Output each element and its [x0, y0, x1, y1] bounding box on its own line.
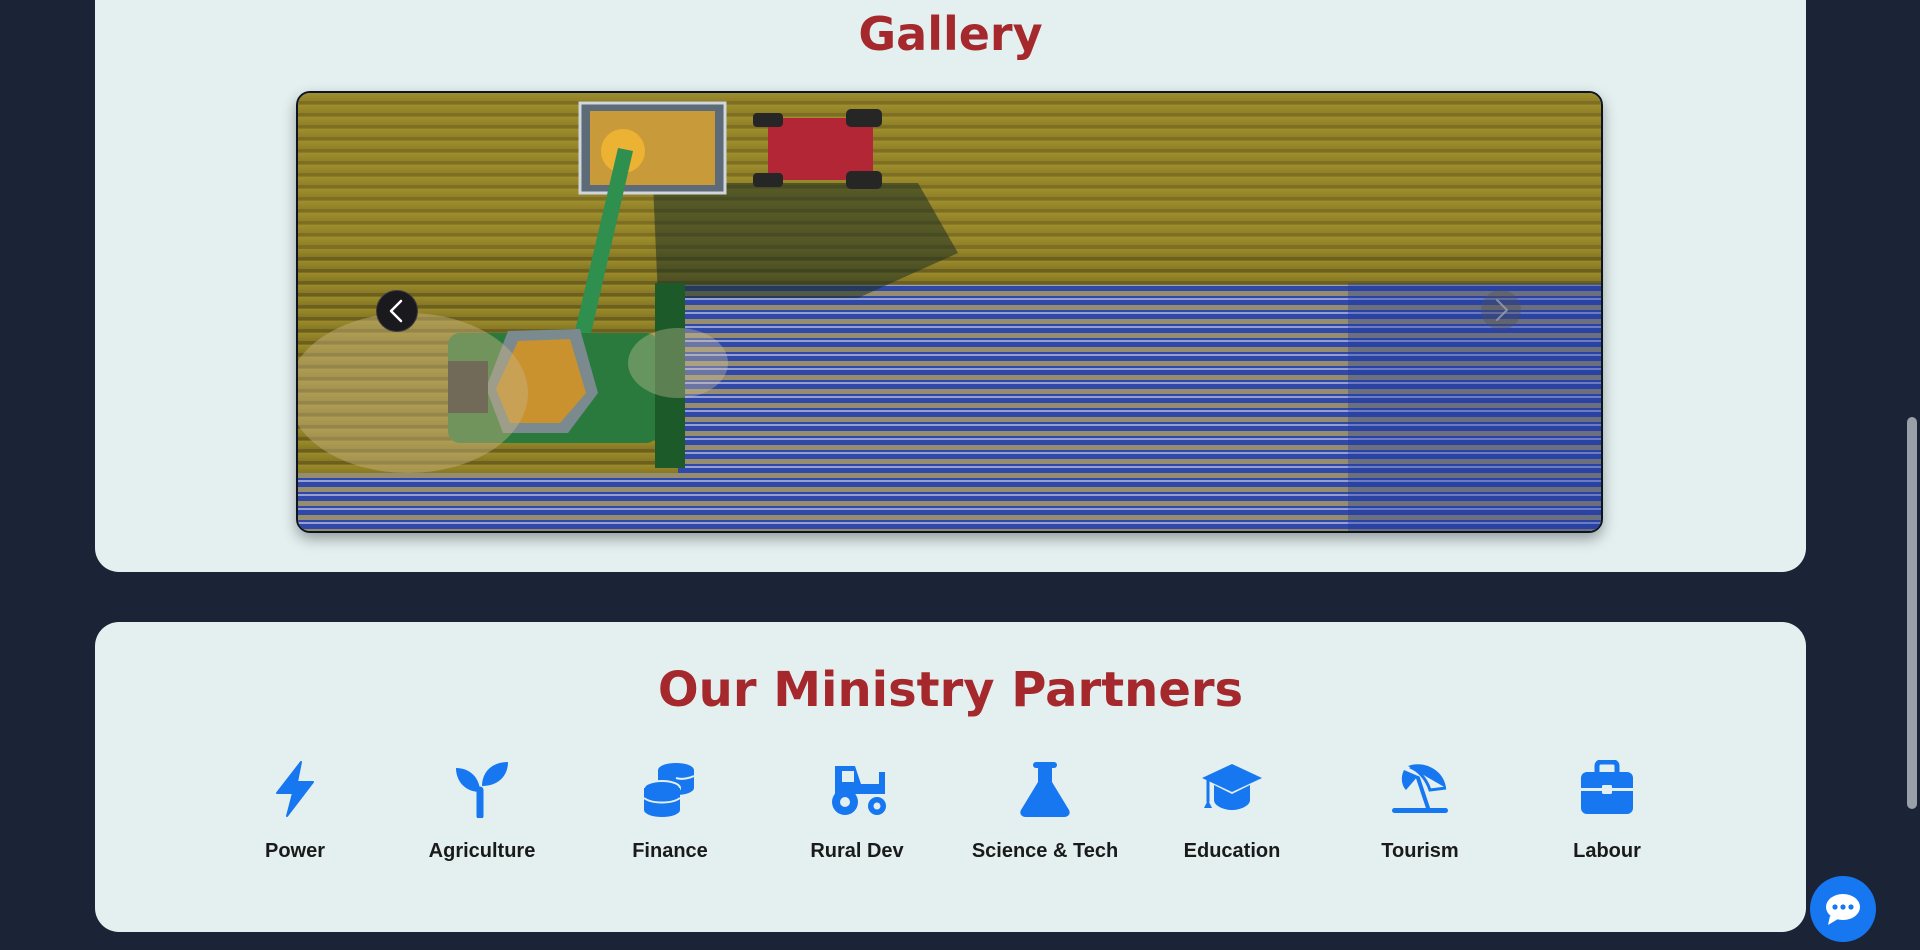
partner-education[interactable]: Education: [1147, 760, 1317, 863]
partner-labour[interactable]: Labour: [1522, 760, 1692, 863]
scrollbar-thumb[interactable]: [1907, 417, 1917, 809]
partner-label: Power: [264, 840, 326, 862]
umbrella-beach-icon: [1392, 764, 1448, 813]
coins-icon: [643, 763, 695, 817]
ministry-partners-section: Our Ministry Partners Power Agriculture: [95, 622, 1806, 932]
chat-button[interactable]: [1810, 876, 1876, 942]
partner-tourism[interactable]: Tourism: [1335, 760, 1505, 863]
partner-label: Rural Dev: [810, 840, 904, 862]
partners-list: Power Agriculture Finance Rural Dev Scie…: [235, 760, 1735, 880]
partner-label: Labour: [1573, 840, 1641, 862]
graduation-cap-icon: [1202, 764, 1262, 810]
partner-label: Education: [1183, 840, 1281, 862]
tractor-icon: [832, 766, 886, 815]
bolt-icon: [276, 761, 314, 817]
carousel-prev-button[interactable]: [376, 290, 418, 332]
partner-label: Science & Tech: [971, 840, 1119, 862]
partner-label: Finance: [632, 840, 708, 862]
gallery-title: Gallery: [858, 7, 1043, 61]
gallery-slide-image: [298, 93, 1601, 531]
seedling-icon: [456, 762, 508, 818]
partner-label: Agriculture: [428, 840, 536, 862]
chat-bubble-icon: [1826, 894, 1860, 925]
partner-label: Tourism: [1381, 840, 1459, 862]
gallery-section: Gallery: [95, 0, 1806, 572]
partner-rural-dev[interactable]: Rural Dev: [772, 760, 942, 863]
partner-finance[interactable]: Finance: [585, 760, 755, 863]
chevron-right-icon: [1496, 299, 1508, 321]
partner-agriculture[interactable]: Agriculture: [397, 760, 567, 863]
briefcase-icon: [1581, 760, 1633, 814]
chevron-left-icon: [389, 299, 403, 323]
gallery-carousel: [296, 91, 1603, 533]
flask-icon: [1020, 762, 1070, 817]
page: Gallery Our Ministry Partners Power Agri…: [0, 0, 1920, 950]
partner-science-tech[interactable]: Science & Tech: [960, 760, 1130, 863]
carousel-next-button[interactable]: [1481, 290, 1521, 330]
partners-title: Our Ministry Partners: [657, 662, 1244, 718]
page-scrollbar[interactable]: [1902, 0, 1920, 950]
partner-power[interactable]: Power: [210, 760, 380, 863]
